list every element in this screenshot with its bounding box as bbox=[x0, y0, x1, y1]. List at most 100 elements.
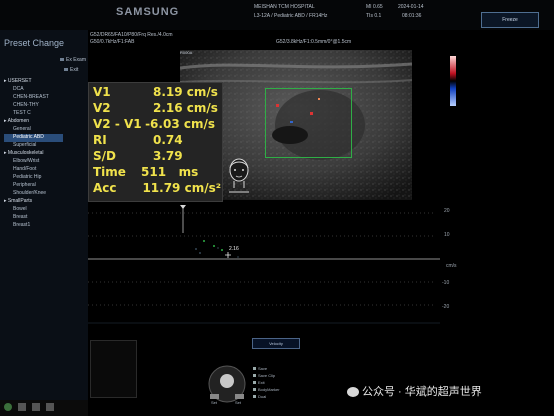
preset-item[interactable]: General bbox=[4, 126, 86, 134]
save-clip-button[interactable]: Save Clip bbox=[253, 373, 280, 380]
preset-category-smallparts[interactable]: ▸ SmallParts bbox=[4, 198, 86, 206]
measurement-value: -6.03 cm/s bbox=[145, 117, 215, 131]
preset-category-userset[interactable]: ▸ USERSET bbox=[4, 78, 86, 86]
usb-icon[interactable] bbox=[18, 403, 26, 411]
measurement-value: 11.79 cm/s² bbox=[142, 181, 221, 195]
caliper-marker bbox=[225, 252, 231, 258]
preset-category-abdomen[interactable]: ▸ Abdomen bbox=[4, 118, 86, 126]
bmode-params: G52/DR65/FA10/P80/Frq Res./4.0cm bbox=[90, 32, 173, 38]
trace-markers bbox=[203, 240, 223, 251]
color-params: G52/3.8kHz/F1:0.5mm/0°@1.5cm bbox=[276, 39, 352, 45]
preset-item[interactable]: TEST C bbox=[4, 110, 86, 118]
save-icon bbox=[253, 367, 256, 370]
bottom-toolbar bbox=[0, 400, 88, 416]
velocity-button[interactable]: Velocity bbox=[252, 338, 300, 349]
measurement-row: V2 - V1 -6.03 cm/s bbox=[93, 117, 215, 131]
doppler-spectrum[interactable] bbox=[88, 205, 440, 330]
preset-item[interactable]: Shoulder/Knee bbox=[4, 190, 86, 198]
mi-value: MI 0.65 bbox=[366, 4, 383, 10]
measurement-row: S/D 3.79 bbox=[93, 149, 183, 163]
ti-value: TIs 0.1 bbox=[366, 13, 382, 19]
status-icon bbox=[4, 403, 12, 411]
exit-button[interactable]: Exit bbox=[64, 67, 78, 73]
folder-icon bbox=[60, 58, 64, 62]
color-flow-blue bbox=[290, 121, 293, 123]
probe-tag: R000A bbox=[180, 50, 193, 55]
preset-change-title: Preset Change bbox=[4, 38, 65, 48]
preset-item[interactable]: DCA bbox=[4, 86, 86, 94]
color-flow-red bbox=[310, 112, 313, 115]
preset-list: ▸ USERSET DCA CHEN-BREAST CHEN-THY TEST … bbox=[4, 78, 86, 230]
preset-item[interactable]: Pediatric Hip bbox=[4, 174, 86, 182]
measurement-label: V2 bbox=[93, 101, 111, 115]
exam-date: 2024-01-14 bbox=[398, 4, 424, 10]
measurement-panel: V1 8.19 cm/s V2 2.16 cm/s V2 - V1 -6.03 … bbox=[88, 82, 223, 202]
freeze-button[interactable]: Freeze bbox=[481, 12, 539, 28]
clip-icon bbox=[253, 374, 256, 377]
printer-icon[interactable] bbox=[32, 403, 40, 411]
preset-item[interactable]: Elbow/Wrist bbox=[4, 158, 86, 166]
bodymarker-button[interactable]: BodyMarker bbox=[253, 387, 280, 394]
color-flow-red bbox=[276, 104, 279, 107]
preset-item[interactable]: Breast bbox=[4, 214, 86, 222]
measurement-label: V2 - V1 bbox=[93, 117, 142, 131]
exit-control-button[interactable]: Exit bbox=[253, 380, 280, 387]
trackball-control-panel: Set Set Save Save Clip Exit BodyMarker D… bbox=[207, 364, 327, 409]
doppler-params: G50/0.7kHz/F1:FAB bbox=[90, 39, 135, 45]
brand-logo: SAMSUNG bbox=[116, 6, 180, 18]
hospital-name: MEISHAN TCM HOSPITAL bbox=[254, 4, 315, 10]
scale-tick: -10 bbox=[442, 280, 450, 286]
preset-item[interactable]: Hand/Foot bbox=[4, 166, 86, 174]
thumbnail-preview[interactable] bbox=[90, 340, 137, 398]
preset-item[interactable]: Superficial bbox=[4, 142, 86, 150]
color-scale-bar bbox=[450, 56, 456, 106]
measurement-value: 2.16 cm/s bbox=[153, 101, 218, 115]
set-right-label[interactable]: Set bbox=[235, 400, 241, 405]
dual-icon bbox=[253, 395, 256, 398]
measurement-row: RI 0.74 bbox=[93, 133, 183, 147]
network-icon[interactable] bbox=[46, 403, 54, 411]
scale-tick: 20 bbox=[444, 208, 450, 214]
exam-time: 08:01:36 bbox=[402, 13, 422, 19]
wechat-icon bbox=[347, 387, 359, 398]
ex-exam-button[interactable]: Ex Exam bbox=[60, 57, 86, 63]
measurement-row: V2 2.16 cm/s bbox=[93, 101, 218, 115]
preset-item[interactable]: Bowel bbox=[4, 206, 86, 214]
measurement-label: Time bbox=[93, 165, 126, 179]
color-flow-red bbox=[318, 98, 320, 100]
probe-preset-info: L3-12A / Pediatric ABD / FR14Hz bbox=[254, 13, 328, 19]
measurement-label: S/D bbox=[93, 149, 116, 163]
dual-button[interactable]: Dual bbox=[253, 394, 280, 401]
measurement-value: 0.74 bbox=[153, 133, 183, 147]
measurement-value: 3.79 bbox=[153, 149, 183, 163]
preset-item[interactable]: Breast1 bbox=[4, 222, 86, 230]
measurement-value: 511 ms bbox=[141, 165, 199, 179]
folder-icon bbox=[64, 68, 68, 72]
set-left-label[interactable]: Set bbox=[211, 400, 217, 405]
measurement-label: V1 bbox=[93, 85, 111, 99]
preset-item[interactable]: CHEN-THY bbox=[4, 102, 86, 110]
bodymarker-icon bbox=[253, 388, 256, 391]
top-bar: SAMSUNG MEISHAN TCM HOSPITAL L3-12A / Pe… bbox=[0, 0, 554, 45]
exit-icon bbox=[253, 381, 256, 384]
measurement-label: Acc bbox=[93, 181, 117, 195]
color-roi-box[interactable] bbox=[265, 88, 352, 158]
head-bodymark-icon bbox=[229, 158, 249, 193]
preset-item[interactable]: CHEN-BREAST bbox=[4, 94, 86, 102]
watermark: 公众号 · 华斌的超声世界 bbox=[347, 383, 482, 399]
scale-tick: 10 bbox=[444, 232, 450, 238]
measurement-row: Time 511 ms bbox=[93, 165, 198, 179]
measurement-row: V1 8.19 cm/s bbox=[93, 85, 218, 99]
measurement-row: Acc 11.79 cm/s² bbox=[93, 181, 221, 195]
measurement-label: RI bbox=[93, 133, 107, 147]
trackball-icon[interactable] bbox=[207, 364, 251, 404]
preset-item[interactable]: Peripheral bbox=[4, 182, 86, 190]
save-button[interactable]: Save bbox=[253, 366, 280, 373]
scale-unit: cm/s bbox=[446, 263, 457, 269]
scale-tick: -20 bbox=[442, 304, 450, 310]
preset-category-msk[interactable]: ▸ Musculoskeletal bbox=[4, 150, 86, 158]
caliper-value: 2.16 bbox=[229, 246, 239, 252]
preset-item-selected[interactable]: Pediatric ABD bbox=[4, 134, 63, 142]
measurement-value: 8.19 cm/s bbox=[153, 85, 218, 99]
cursor-caret bbox=[180, 205, 186, 209]
